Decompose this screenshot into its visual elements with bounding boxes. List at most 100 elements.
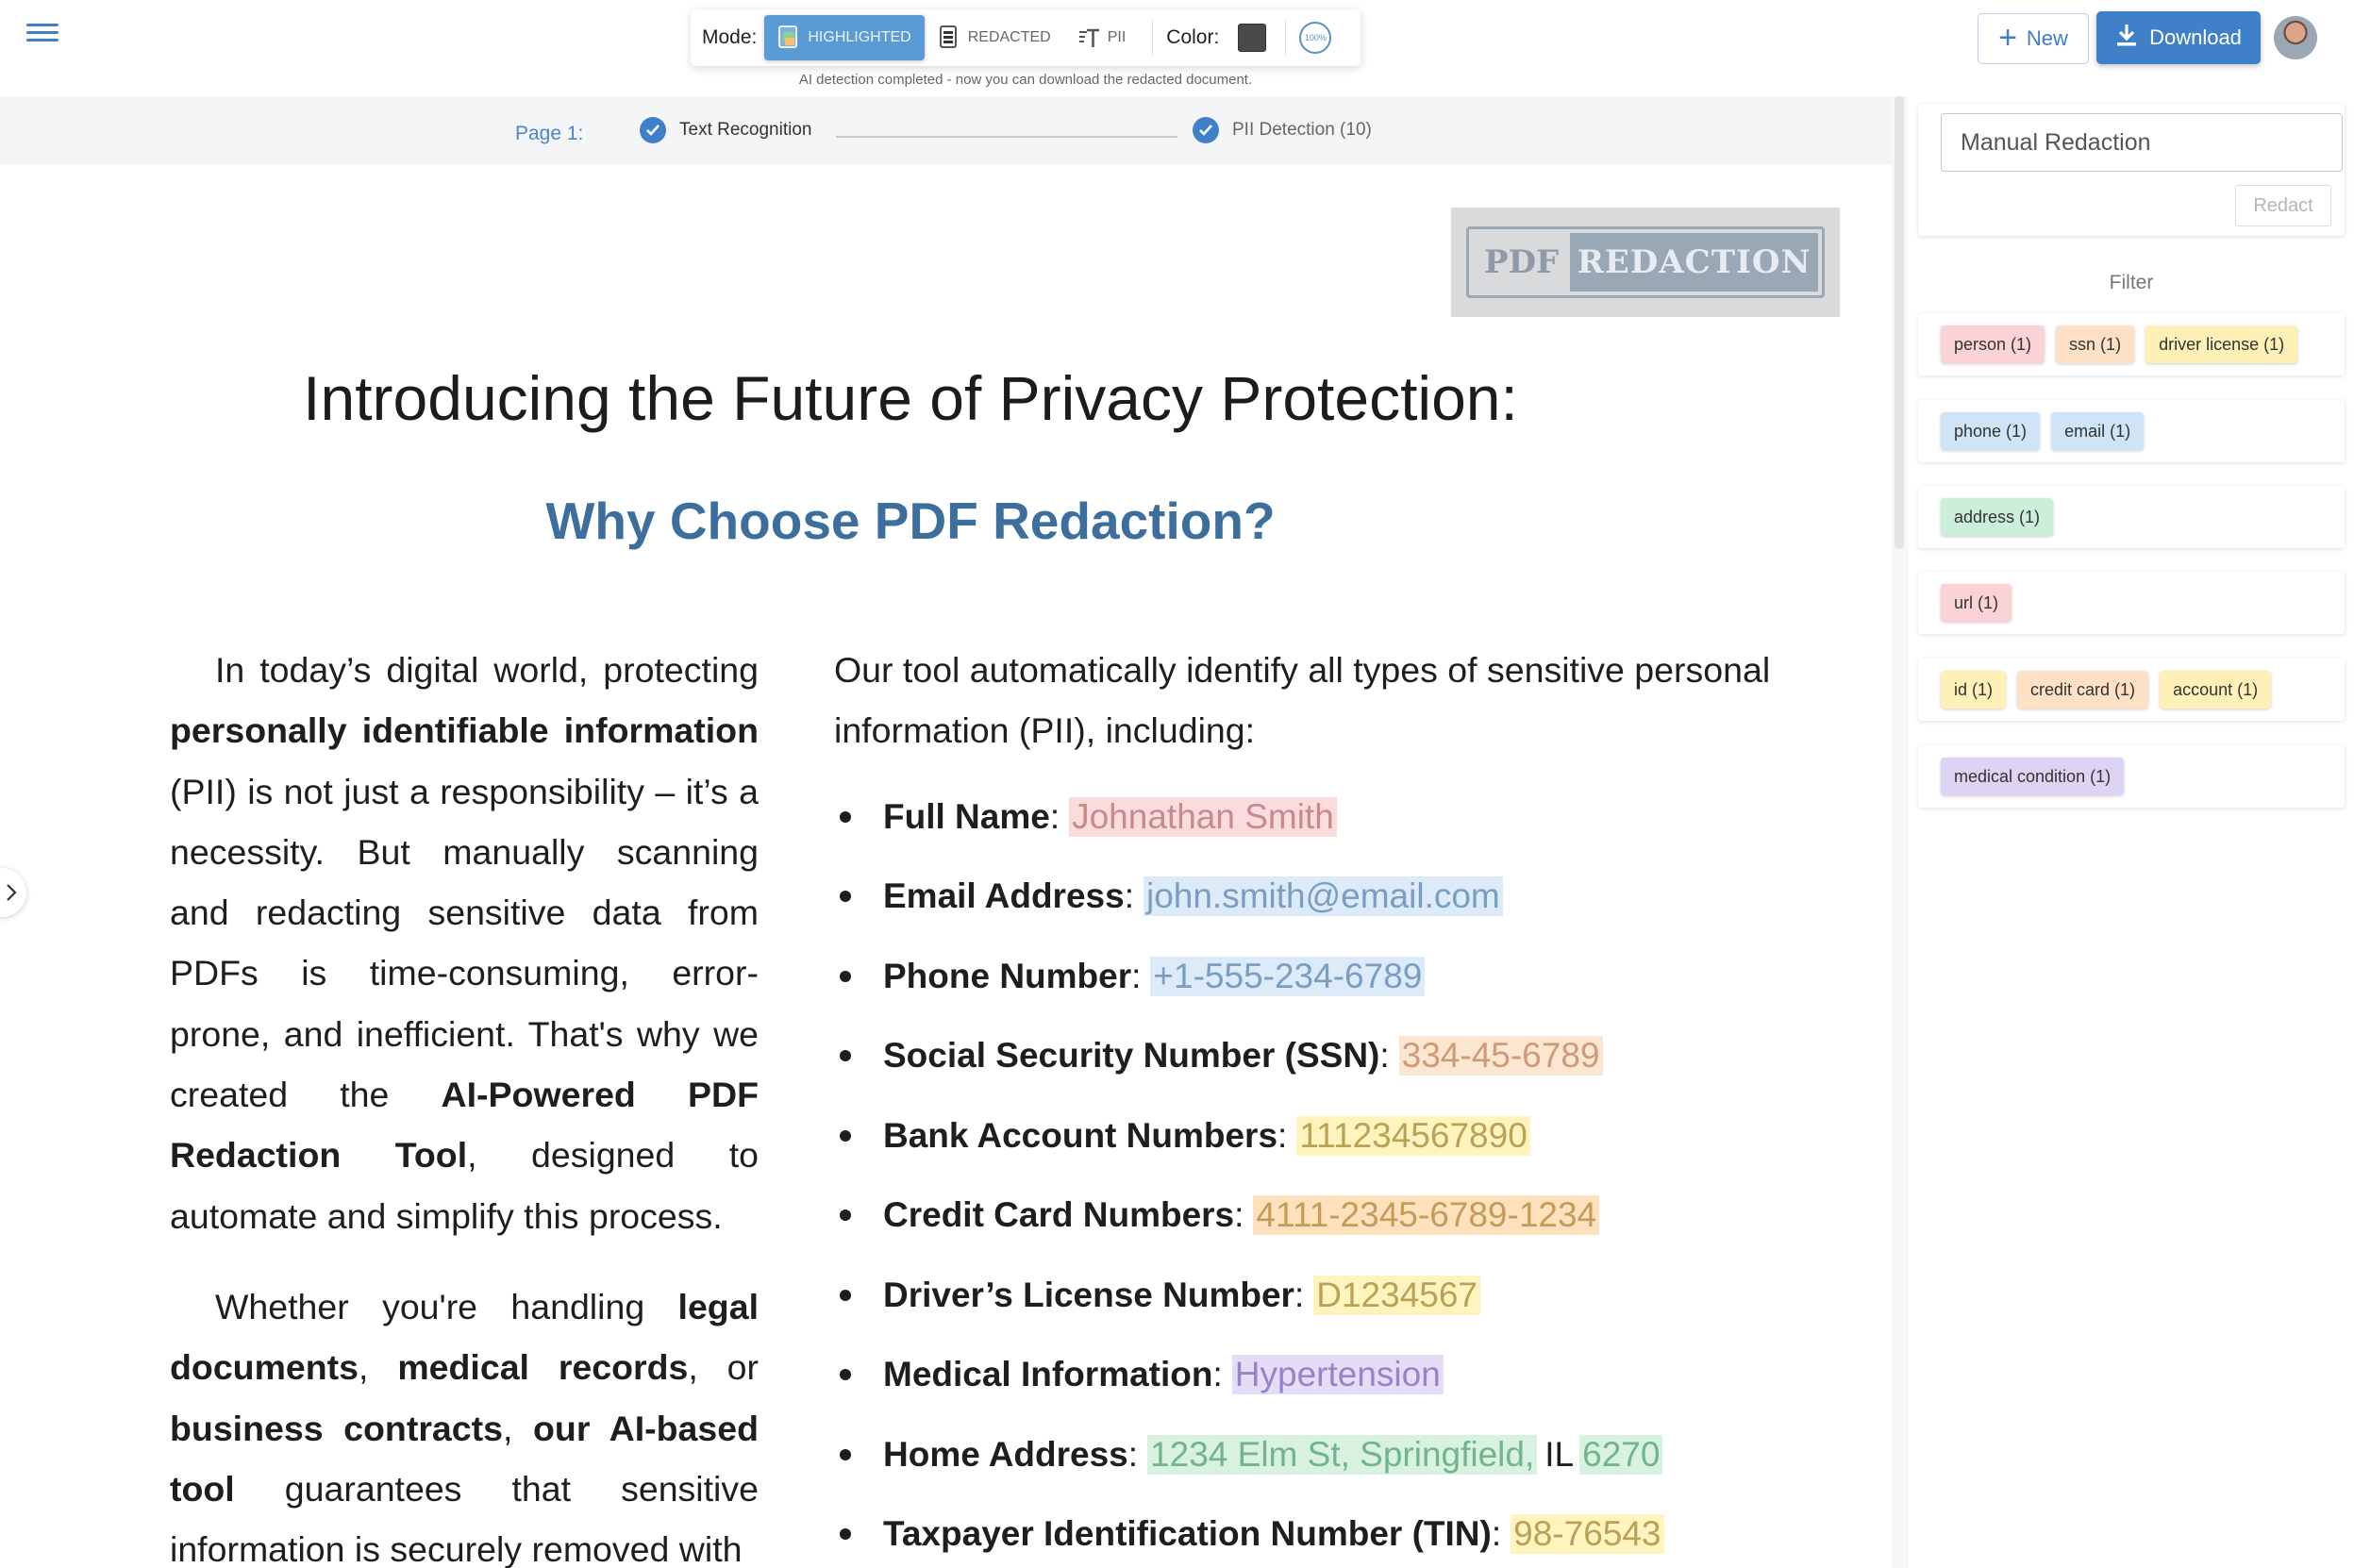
- step-pii-detection: PII Detection (10): [1193, 117, 1372, 143]
- text-run: ,: [502, 1408, 533, 1448]
- text-run: Whether you're handling: [215, 1286, 678, 1326]
- bold-text: personally identifiable information: [170, 710, 759, 751]
- list-item: Bank Account Numbers:111234567890: [834, 1115, 1806, 1196]
- step-label: Text Recognition: [679, 120, 812, 140]
- pii-value-medical[interactable]: Hypertension: [1231, 1355, 1444, 1395]
- filter-chip-url[interactable]: url (1): [1941, 584, 2012, 622]
- bullet-icon: [840, 1129, 851, 1142]
- manual-redaction-card: Redact: [1918, 104, 2345, 236]
- mode-pii-label: PII: [1107, 29, 1127, 45]
- pii-value-person[interactable]: Johnathan Smith: [1069, 796, 1337, 837]
- check-icon: [640, 117, 666, 143]
- document-left-column: In today’s digital world, protecting per…: [170, 640, 759, 1568]
- bold-text: business contracts: [170, 1408, 503, 1448]
- filter-chip-id[interactable]: id (1): [1941, 671, 2007, 709]
- filter-group: url (1): [1918, 572, 2345, 634]
- list-item: Email Address: john.smith@email.com: [834, 876, 1806, 957]
- filter-chip-phone[interactable]: phone (1): [1941, 412, 2041, 450]
- document-subtitle: Why Choose PDF Redaction?: [545, 492, 1276, 550]
- redact-button[interactable]: Redact: [2235, 185, 2331, 226]
- bullet-icon: [840, 1448, 851, 1460]
- filter-chip-medical-condition[interactable]: medical condition (1): [1941, 758, 2125, 795]
- filter-chip-account[interactable]: account (1): [2160, 671, 2272, 709]
- bullet-icon: [840, 810, 851, 823]
- document-right-column: Our tool automatically identify all type…: [834, 640, 1806, 1568]
- bullet-icon: [840, 1209, 851, 1222]
- list-item: Social Security Number (SSN):334-45-6789: [834, 1036, 1806, 1116]
- pii-list: Full Name: Johnathan Smith Email Address:…: [834, 796, 1806, 1568]
- pii-value-email[interactable]: john.smith@email.com: [1143, 876, 1503, 917]
- mode-toolbar: Mode: HIGHLIGHTED REDACTED PII Color: 10…: [691, 9, 1361, 66]
- text-run: (PII) is not just a responsibility – it’…: [170, 771, 759, 1115]
- toolbar-divider: [1285, 21, 1287, 55]
- filter-chip-address[interactable]: address (1): [1941, 498, 2054, 536]
- filter-group: address (1): [1918, 486, 2345, 548]
- list-item: Credit Card Numbers:4111-2345-6789-1234: [834, 1195, 1806, 1276]
- chevron-right-icon: [7, 884, 17, 901]
- user-avatar[interactable]: [2274, 16, 2317, 59]
- filter-group: medical condition (1): [1918, 745, 2345, 808]
- pii-value-ssn[interactable]: 334-45-6789: [1398, 1036, 1603, 1076]
- pii-label: Social Security Number (SSN): [883, 1036, 1380, 1076]
- list-item: Home Address:1234 Elm St, Springfield, IL…: [834, 1434, 1806, 1515]
- pii-text-icon: [1077, 25, 1100, 51]
- color-picker[interactable]: [1238, 24, 1267, 52]
- paragraph-2: Whether you're handling legal documents,…: [170, 1276, 759, 1568]
- page-label: Page 1:: [515, 123, 584, 144]
- zoom-button[interactable]: 100%: [1299, 22, 1332, 54]
- step-text-recognition: Text Recognition: [640, 117, 811, 143]
- pii-value-credit-card[interactable]: 4111-2345-6789-1234: [1253, 1195, 1600, 1236]
- filter-group: id (1) credit card (1) account (1): [1918, 659, 2345, 721]
- download-button-label: Download: [2149, 25, 2242, 49]
- pii-label: Phone Number: [883, 956, 1132, 995]
- filter-chip-credit-card[interactable]: credit card (1): [2017, 671, 2149, 709]
- filter-chip-ssn[interactable]: ssn (1): [2056, 325, 2135, 363]
- list-item: Taxpayer Identification Number (TIN):98-…: [834, 1514, 1806, 1568]
- pii-value-tin[interactable]: 98-76543: [1511, 1514, 1664, 1555]
- mode-pii-button[interactable]: PII: [1064, 15, 1140, 60]
- pii-label: Credit Card Numbers: [883, 1195, 1235, 1235]
- text-run: , or: [688, 1347, 760, 1388]
- progress-steps: Page 1: Text Recognition PII Detection (…: [0, 96, 1892, 164]
- address-state: IL: [1544, 1434, 1575, 1474]
- document-title: Introducing the Future of Privacy Protec…: [303, 363, 1518, 433]
- filter-chip-person[interactable]: person (1): [1941, 325, 2045, 363]
- pii-label: Home Address: [883, 1434, 1128, 1474]
- pii-label: Full Name: [883, 796, 1050, 836]
- menu-icon[interactable]: [26, 19, 58, 47]
- pii-label: Driver’s License Number: [883, 1275, 1294, 1314]
- logo-text-pdf: PDF: [1484, 243, 1560, 281]
- filter-group: person (1) ssn (1) driver license (1): [1918, 313, 2345, 375]
- bullet-icon: [840, 1369, 851, 1381]
- download-icon: [2115, 23, 2138, 53]
- mode-redacted-button[interactable]: REDACTED: [925, 15, 1064, 60]
- pii-label: Taxpayer Identification Number (TIN): [883, 1514, 1492, 1554]
- pii-value-zip[interactable]: 6270: [1579, 1434, 1663, 1475]
- mode-highlighted-label: HIGHLIGHTED: [808, 29, 911, 45]
- top-bar: Mode: HIGHLIGHTED REDACTED PII Color: 10…: [0, 0, 2354, 94]
- pii-value-account[interactable]: 111234567890: [1296, 1115, 1530, 1156]
- pii-label: Bank Account Numbers: [883, 1115, 1278, 1155]
- pii-intro: Our tool automatically identify all type…: [834, 650, 1771, 751]
- document-scrollbar-thumb[interactable]: [1895, 96, 1904, 549]
- filter-group: phone (1) email (1): [1918, 400, 2345, 462]
- manual-redaction-input[interactable]: [1941, 113, 2343, 172]
- pii-value-address[interactable]: 1234 Elm St, Springfield,: [1147, 1434, 1538, 1475]
- bullet-icon: [840, 891, 851, 903]
- status-message: AI detection completed - now you can dow…: [798, 72, 1253, 88]
- filter-chip-driver-license[interactable]: driver license (1): [2145, 325, 2298, 363]
- step-connector: [836, 136, 1177, 138]
- filter-chip-email[interactable]: email (1): [2051, 412, 2145, 450]
- collapse-toggle[interactable]: [0, 868, 26, 917]
- pii-value-phone[interactable]: +1-555-234-6789: [1150, 956, 1426, 996]
- pdf-redaction-logo: PDF REDACTION: [1451, 208, 1840, 317]
- toolbar-divider: [1152, 21, 1154, 55]
- mode-highlighted-button[interactable]: HIGHLIGHTED: [764, 15, 925, 60]
- pii-value-driver-license[interactable]: D1234567: [1313, 1275, 1481, 1315]
- bold-text: medical records: [397, 1347, 689, 1388]
- text-run: In today’s digital world, protecting: [215, 650, 759, 690]
- download-button[interactable]: Download: [2096, 11, 2261, 64]
- check-icon: [1193, 117, 1219, 143]
- new-button[interactable]: + New: [1978, 13, 2089, 64]
- plus-icon: +: [1998, 19, 2017, 56]
